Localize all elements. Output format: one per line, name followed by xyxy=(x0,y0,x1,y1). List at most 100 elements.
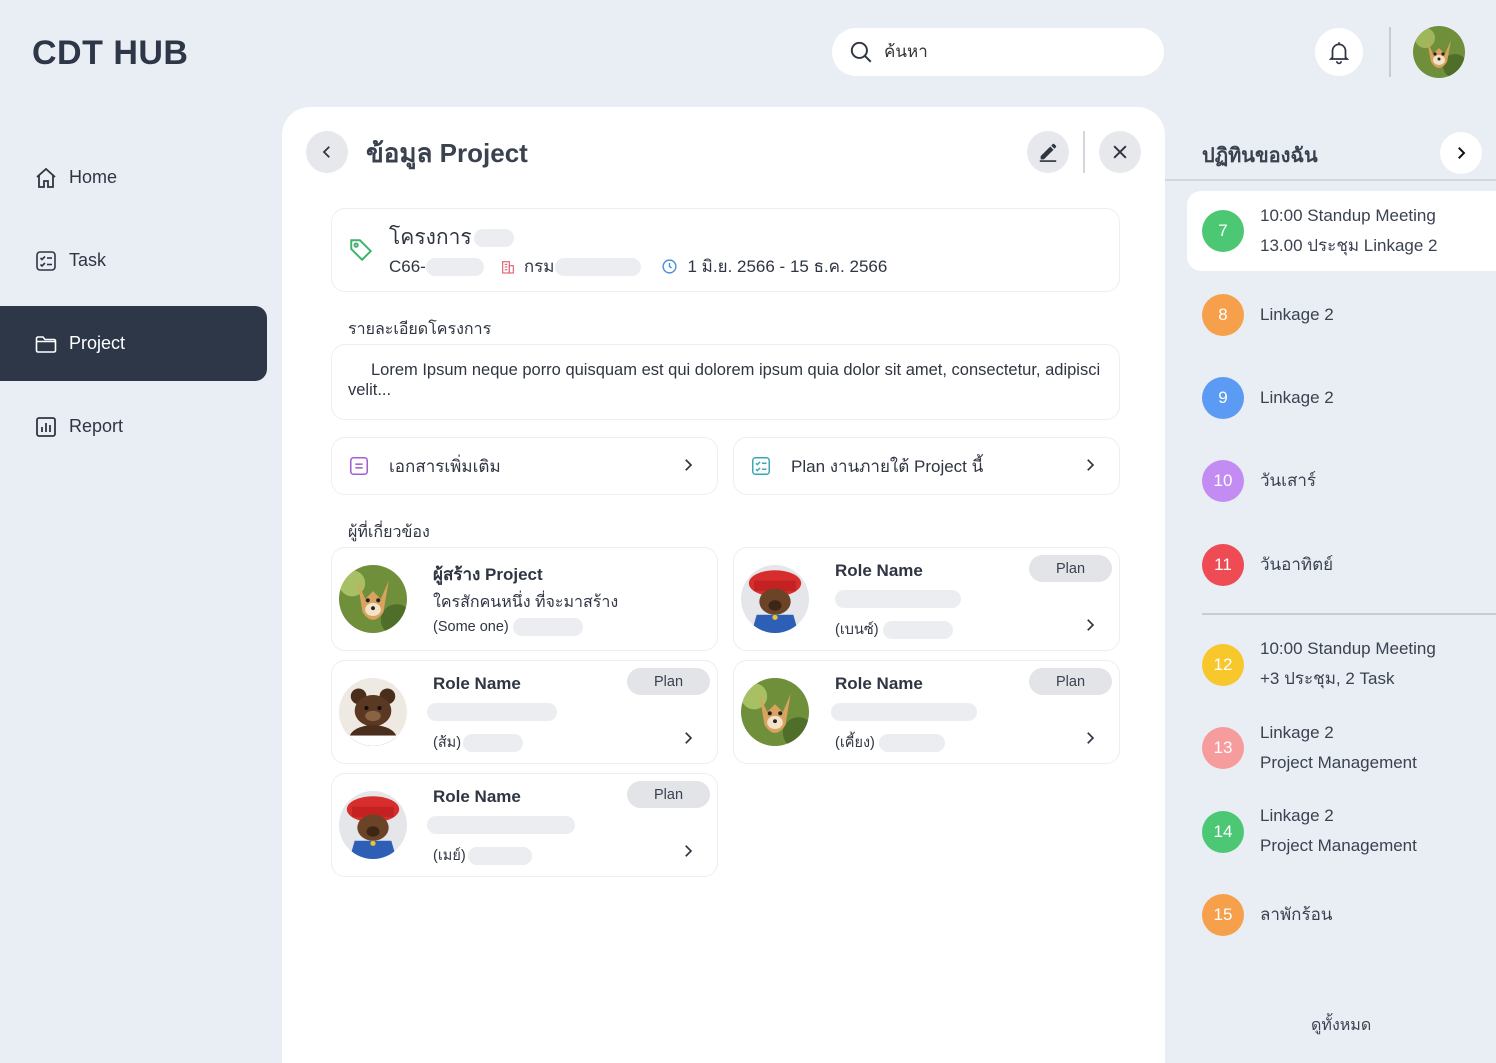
redacted-text xyxy=(467,846,532,865)
chevron-right-icon xyxy=(1087,459,1095,471)
day-badge[interactable]: 10 xyxy=(1202,460,1244,502)
project-department: กรม xyxy=(523,257,555,276)
person-nickname-row: (Some one) xyxy=(433,618,583,636)
avatar xyxy=(741,565,809,633)
redacted-text xyxy=(882,620,953,639)
person-name: Role Name xyxy=(835,674,923,693)
folder-icon xyxy=(35,335,57,353)
event-line: 13.00 ประชุม Linkage 2 xyxy=(1260,236,1438,255)
person-subtitle-row xyxy=(427,816,575,834)
person-nickname: (เมย์) xyxy=(433,848,466,864)
calendar-next-button[interactable] xyxy=(1440,132,1482,174)
header-divider xyxy=(1389,27,1391,77)
redacted-name xyxy=(473,229,514,248)
event-line: วันอาทิตย์ xyxy=(1260,555,1334,574)
search-icon xyxy=(850,41,872,63)
checklist-icon xyxy=(752,457,770,475)
nav-label-project: Project xyxy=(69,333,126,353)
person-card[interactable]: Role Name (เคี้ยง) Plan xyxy=(733,660,1120,764)
day-badge[interactable]: 7 xyxy=(1202,210,1244,252)
documents-link[interactable]: เอกสารเพิ่มเติม xyxy=(331,437,718,495)
day-badge[interactable]: 8 xyxy=(1202,294,1244,336)
project-info-card: โครงการ C66- กรม 1 มิ.ย. 2566 - 15 ธ.ค. … xyxy=(331,208,1120,292)
person-nickname: (Some one) xyxy=(433,619,509,635)
building-icon xyxy=(501,260,514,274)
plan-link[interactable]: Plan งานภายใต้ Project นี้ xyxy=(733,437,1120,495)
person-nickname: (ส้ม) xyxy=(433,735,462,751)
person-subtitle: ใครสักคนหนึ่ง ที่จะมาสร้าง xyxy=(433,594,619,611)
person-card[interactable]: Role Name (ส้ม) Plan xyxy=(331,660,718,764)
nav-label-task: Task xyxy=(69,250,107,270)
nav-item-project[interactable]: Project xyxy=(0,306,267,381)
plan-link-label: Plan งานภายใต้ Project นี้ xyxy=(791,456,984,476)
page-title: ข้อมูล Project xyxy=(366,138,528,168)
project-name: โครงการ xyxy=(389,221,514,254)
avatar xyxy=(741,678,809,746)
person-card[interactable]: Role Name (เมย์) Plan xyxy=(331,773,718,877)
plan-badge[interactable]: Plan xyxy=(1029,555,1112,582)
project-code: C66- xyxy=(389,256,426,276)
person-card-creator[interactable]: ผู้สร้าง Project ใครสักคนหนึ่ง ที่จะมาสร… xyxy=(331,547,718,651)
day-badge[interactable]: 13 xyxy=(1202,727,1244,769)
document-icon xyxy=(349,456,369,476)
bear-hat-avatar-image xyxy=(339,791,407,859)
redacted-text xyxy=(463,733,524,752)
notification-button[interactable] xyxy=(1315,28,1363,76)
day-events: 10:00 Standup Meeting 13.00 ประชุม Linka… xyxy=(1260,201,1438,261)
person-nickname-row: (เบนซ์) xyxy=(835,618,953,641)
day-badge[interactable]: 14 xyxy=(1202,811,1244,853)
plan-badge[interactable]: Plan xyxy=(1029,668,1112,695)
person-name: Role Name xyxy=(433,674,521,693)
plan-badge[interactable]: Plan xyxy=(627,781,710,808)
people-label: ผู้ที่เกี่ยวข้อง xyxy=(348,524,430,541)
edit-button[interactable] xyxy=(1027,131,1069,173)
event-line: Project Management xyxy=(1260,753,1417,772)
chevron-right-icon xyxy=(1458,147,1466,159)
person-subtitle-row xyxy=(831,703,977,721)
day-events: Linkage 2 Project Management xyxy=(1260,801,1417,861)
user-avatar[interactable] xyxy=(1413,26,1465,78)
calendar-panel: ปฏิทินของฉัน 7 10:00 Standup Meeting 13.… xyxy=(1165,107,1496,1063)
chevron-right-icon xyxy=(685,845,693,857)
day-badge[interactable]: 9 xyxy=(1202,377,1244,419)
calendar-header-divider xyxy=(1165,179,1496,181)
plan-badge[interactable]: Plan xyxy=(627,668,710,695)
nav-item-report[interactable]: Report xyxy=(0,389,267,464)
day-events: Linkage 2 xyxy=(1260,300,1334,330)
dog-avatar-image xyxy=(741,678,809,746)
event-line: Linkage 2 xyxy=(1260,388,1334,407)
person-card[interactable]: Role Name (เบนซ์) Plan xyxy=(733,547,1120,651)
documents-link-label: เอกสารเพิ่มเติม xyxy=(389,456,501,476)
person-nickname: (เบนซ์) xyxy=(835,622,879,638)
task-checklist-icon xyxy=(36,250,56,271)
redacted-code xyxy=(425,257,484,276)
nav-item-task[interactable]: Task xyxy=(0,223,267,298)
sidebar-nav: Home Task Project Report xyxy=(0,140,267,472)
view-all-link[interactable]: ดูทั้งหมด xyxy=(1311,1013,1371,1038)
day-badge[interactable]: 11 xyxy=(1202,544,1244,586)
nav-label-home: Home xyxy=(69,167,118,187)
day-events: ลาพักร้อน xyxy=(1260,900,1332,930)
project-description: Lorem Ipsum neque porro quisquam est qui… xyxy=(331,344,1120,420)
day-events: วันอาทิตย์ xyxy=(1260,550,1333,580)
project-date-range: 1 มิ.ย. 2566 - 15 ธ.ค. 2566 xyxy=(687,257,888,276)
day-events: Linkage 2 xyxy=(1260,383,1334,413)
chevron-right-icon xyxy=(1087,732,1095,744)
nav-label-report: Report xyxy=(69,416,124,436)
day-events: 10:00 Standup Meeting +3 ประชุม, 2 Task xyxy=(1260,634,1436,694)
person-name: Role Name xyxy=(835,561,923,580)
close-button[interactable] xyxy=(1099,131,1141,173)
person-subtitle-row xyxy=(427,703,557,721)
day-events: Linkage 2 Project Management xyxy=(1260,718,1417,778)
person-nickname-row: (ส้ม) xyxy=(433,731,524,754)
description-label: รายละเอียดโครงการ xyxy=(348,321,492,338)
chevron-right-icon xyxy=(685,459,693,471)
search-input[interactable] xyxy=(884,42,1144,62)
day-badge[interactable]: 15 xyxy=(1202,894,1244,936)
nav-item-home[interactable]: Home xyxy=(0,140,267,215)
search-bar[interactable] xyxy=(832,28,1164,76)
back-button[interactable] xyxy=(306,131,348,173)
event-line: Linkage 2 xyxy=(1260,723,1334,742)
bell-icon xyxy=(1328,42,1350,65)
day-badge[interactable]: 12 xyxy=(1202,644,1244,686)
